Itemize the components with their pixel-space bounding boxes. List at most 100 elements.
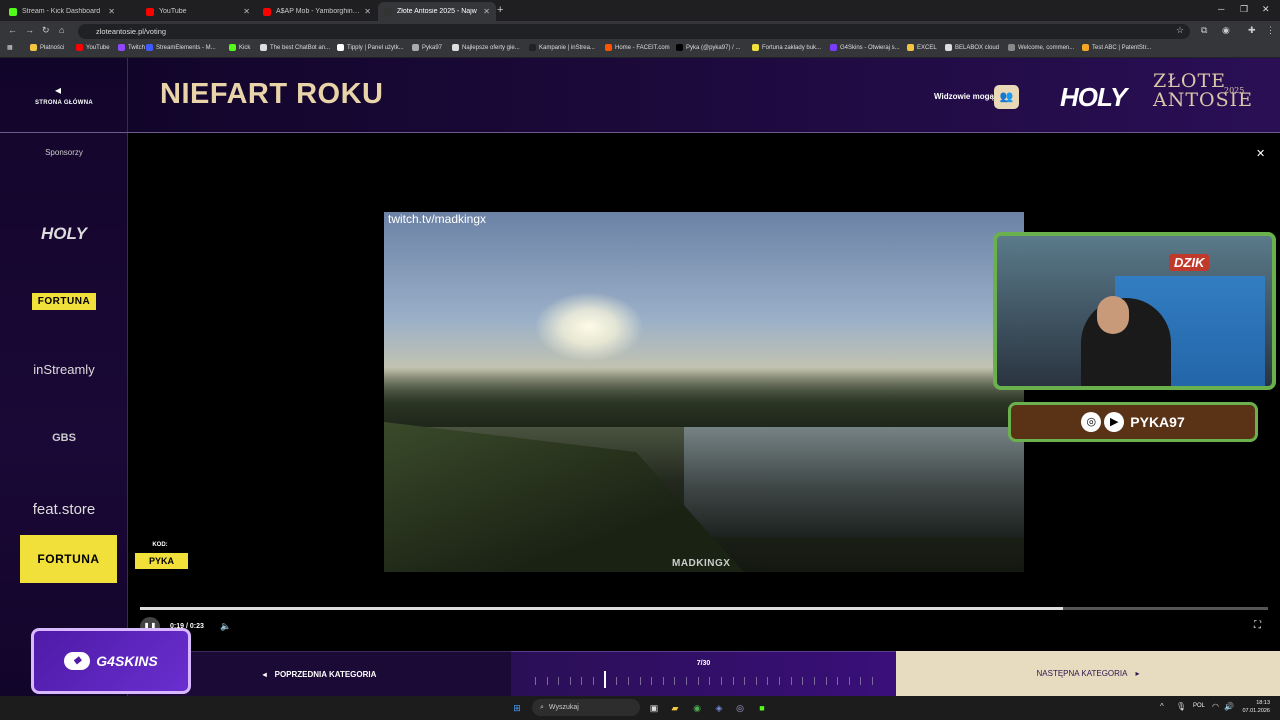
bookmark-item[interactable]: Kick [229,44,250,51]
tab-close-icon[interactable]: ✕ [483,7,490,16]
category-tick[interactable] [558,677,560,685]
category-tick[interactable] [581,677,583,685]
category-tick[interactable] [639,677,641,685]
browser-tab[interactable]: Złote Antosie 2025 - Najw ✕ [378,2,496,21]
bookmark-item[interactable]: Tipply | Panel użytk... [337,44,404,51]
bookmark-star-icon[interactable]: ☆ [1176,25,1184,36]
category-tick[interactable] [813,677,815,685]
bookmark-item[interactable]: Welcome, commen... [1008,44,1074,51]
category-tick[interactable] [546,677,548,685]
tab-close-icon[interactable]: ✕ [364,7,371,16]
forward-icon[interactable]: → [25,25,34,35]
bookmark-item[interactable]: The best ChatBot an... [260,44,330,51]
bookmark-item[interactable]: Twitch [118,44,145,51]
steam-icon[interactable]: ◎ [733,701,747,715]
bookmark-item[interactable]: Test ABC | PatentStr... [1082,44,1151,51]
category-tick[interactable] [662,677,664,685]
extension-puzzle-icon[interactable]: ✚ [1248,25,1256,36]
category-tick[interactable] [593,677,595,685]
category-tick[interactable] [837,677,839,685]
volume-icon[interactable]: 🔈 [220,621,231,632]
next-category-button[interactable]: NASTĘPNA KATEGORIA ▸ [896,651,1280,696]
category-tick[interactable] [686,677,688,685]
apps-grid-icon[interactable]: ▦ [7,44,13,51]
category-tick[interactable] [872,677,873,685]
browser-tab[interactable]: A$AP Mob - Yamborghini High ✕ [257,2,377,21]
sponsor-featstore[interactable]: feat.store [0,501,128,518]
tray-clock[interactable]: 18:13 07.01.2026 [1240,699,1270,715]
sponsor-instreamly[interactable]: inStreamly [0,362,128,377]
category-tick[interactable] [732,677,734,685]
url-input[interactable]: zloteantosie.pl/voting [78,24,1190,39]
window-close-icon[interactable]: ✕ [1262,4,1270,15]
start-icon[interactable]: ⊞ [510,701,524,715]
category-tick[interactable] [825,677,827,685]
category-tick[interactable] [709,677,711,685]
home-link[interactable]: ◂ STRONA GŁÓWNA [0,58,128,133]
bookmark-item[interactable]: YouTube [76,44,110,51]
discord-icon[interactable]: ◈ [712,701,726,715]
video-progress-bar[interactable] [140,607,1268,610]
back-icon[interactable]: ← [8,25,17,35]
minimize-icon[interactable]: ─ [1218,4,1224,14]
bookmark-item[interactable]: StreamElements - M... [146,44,216,51]
bookmark-item[interactable]: Pyka (@pyka97) / ... [676,44,740,51]
browser-tab[interactable]: Stream - Kick Dashboard ✕ [3,2,121,21]
video-frame[interactable]: twitch.tv/madkingx MADKINGX [384,212,1024,572]
bookmark-favicon-icon [76,44,83,51]
video-player[interactable]: ✕ twitch.tv/madkingx MADKINGX ❚❚ 0:19 / … [128,133,1280,651]
category-tick[interactable] [569,677,571,685]
bookmark-item[interactable]: Fortuna zakłady buk... [752,44,821,51]
bookmark-item[interactable]: BELABOX cloud [945,44,999,51]
chrome-icon[interactable]: ◉ [690,701,704,715]
category-tick[interactable] [697,677,699,685]
tray-language[interactable]: POL [1193,703,1205,709]
category-tick[interactable] [616,677,618,685]
category-tick[interactable] [674,677,676,685]
file-explorer-icon[interactable]: ▰ [668,701,682,715]
menu-dots-icon[interactable]: ⋮ [1266,25,1275,36]
browser-tab[interactable]: YouTube ✕ [140,2,256,21]
category-tick[interactable] [860,677,862,685]
sponsor-fortuna[interactable]: FORTUNA [0,291,128,310]
category-tick[interactable] [767,677,769,685]
microphone-icon[interactable]: 🎙 [1176,702,1186,711]
category-tick[interactable] [720,677,722,685]
sponsor-gbs[interactable]: GBS [0,432,128,444]
tray-chevron-icon[interactable]: ^ [1160,702,1164,711]
close-video-icon[interactable]: ✕ [1256,147,1265,160]
tab-close-icon[interactable]: ✕ [108,7,115,16]
bookmark-item[interactable]: G4Skins - Otwieraj s... [830,44,900,51]
category-tick[interactable] [627,677,629,685]
app-icon[interactable]: ■ [755,701,769,715]
sponsor-holy[interactable]: HOLY [0,224,128,244]
wifi-icon[interactable]: ◠ [1212,702,1219,711]
task-view-icon[interactable]: ▣ [647,701,661,715]
extensions-icon[interactable]: ⧉ [1201,25,1207,36]
category-tick[interactable] [802,677,804,685]
bookmark-item[interactable]: Najlepsze oferty gie... [452,44,520,51]
category-tick[interactable] [744,677,746,685]
home-icon[interactable]: ⌂ [59,25,64,35]
search-icon: ⌕ [540,703,544,711]
category-tick[interactable] [651,677,653,685]
category-tick[interactable] [790,677,792,685]
category-tick[interactable] [535,677,536,685]
tab-close-icon[interactable]: ✕ [243,7,250,16]
category-tick[interactable] [848,677,850,685]
new-tab-button[interactable]: + [497,4,503,16]
bookmark-item[interactable]: Pyka97 [412,44,442,51]
category-tick[interactable] [755,677,757,685]
bookmark-item[interactable]: Home - FACEIT.com [605,44,670,51]
profile-icon[interactable]: ◉ [1222,25,1230,36]
restore-icon[interactable]: ❐ [1240,4,1248,15]
taskbar-search[interactable]: ⌕ Wyszukaj [532,699,640,716]
bookmark-item[interactable]: Kampanie | inStrea... [529,44,595,51]
category-tick[interactable] [779,677,781,685]
fullscreen-icon[interactable]: ⛶ [1254,620,1261,631]
viewers-button[interactable]: 👥 [994,85,1019,109]
bookmark-item[interactable]: EXCEL [907,44,937,51]
reload-icon[interactable]: ↻ [42,25,50,36]
bookmark-item[interactable]: Płatności [30,44,64,51]
speaker-icon[interactable]: 🔊 [1224,702,1234,711]
